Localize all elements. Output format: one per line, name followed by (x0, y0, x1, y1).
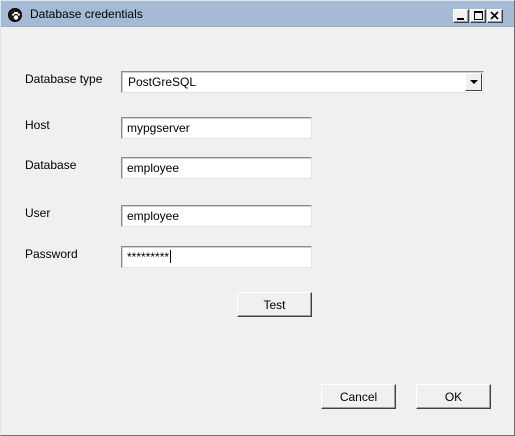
close-icon (490, 11, 499, 20)
dropdown-button[interactable] (465, 73, 482, 91)
chevron-down-icon (470, 80, 478, 84)
database-label: Database (25, 158, 77, 172)
database-value: employee (127, 161, 180, 175)
test-button[interactable]: Test (237, 292, 312, 317)
database-type-select[interactable]: PostGreSQL (121, 71, 484, 93)
database-type-label: Database type (25, 72, 103, 86)
cancel-button[interactable]: Cancel (321, 384, 396, 409)
title-bar[interactable]: Database credentials (1, 1, 514, 27)
user-value: employee (127, 209, 180, 223)
minimize-button[interactable] (453, 9, 469, 23)
host-label: Host (25, 118, 50, 132)
maximize-icon (474, 11, 483, 20)
user-field[interactable]: employee (121, 205, 312, 227)
password-field[interactable]: ********* (121, 246, 312, 268)
maximize-button[interactable] (470, 9, 486, 23)
database-field[interactable]: employee (121, 157, 312, 179)
host-value: mypgserver (127, 121, 190, 135)
ok-button[interactable]: OK (416, 384, 491, 409)
password-label: Password (25, 247, 78, 261)
window-title: Database credentials (30, 7, 143, 21)
minimize-icon (457, 18, 464, 20)
close-button[interactable] (487, 9, 503, 23)
database-type-value: PostGreSQL (128, 75, 197, 89)
host-field[interactable]: mypgserver (121, 117, 312, 139)
user-label: User (25, 206, 51, 220)
paw-icon (8, 8, 22, 22)
password-value: ********* (127, 250, 170, 264)
text-cursor (170, 250, 172, 263)
dialog-window: Database credentials Database type PostG… (0, 0, 515, 436)
